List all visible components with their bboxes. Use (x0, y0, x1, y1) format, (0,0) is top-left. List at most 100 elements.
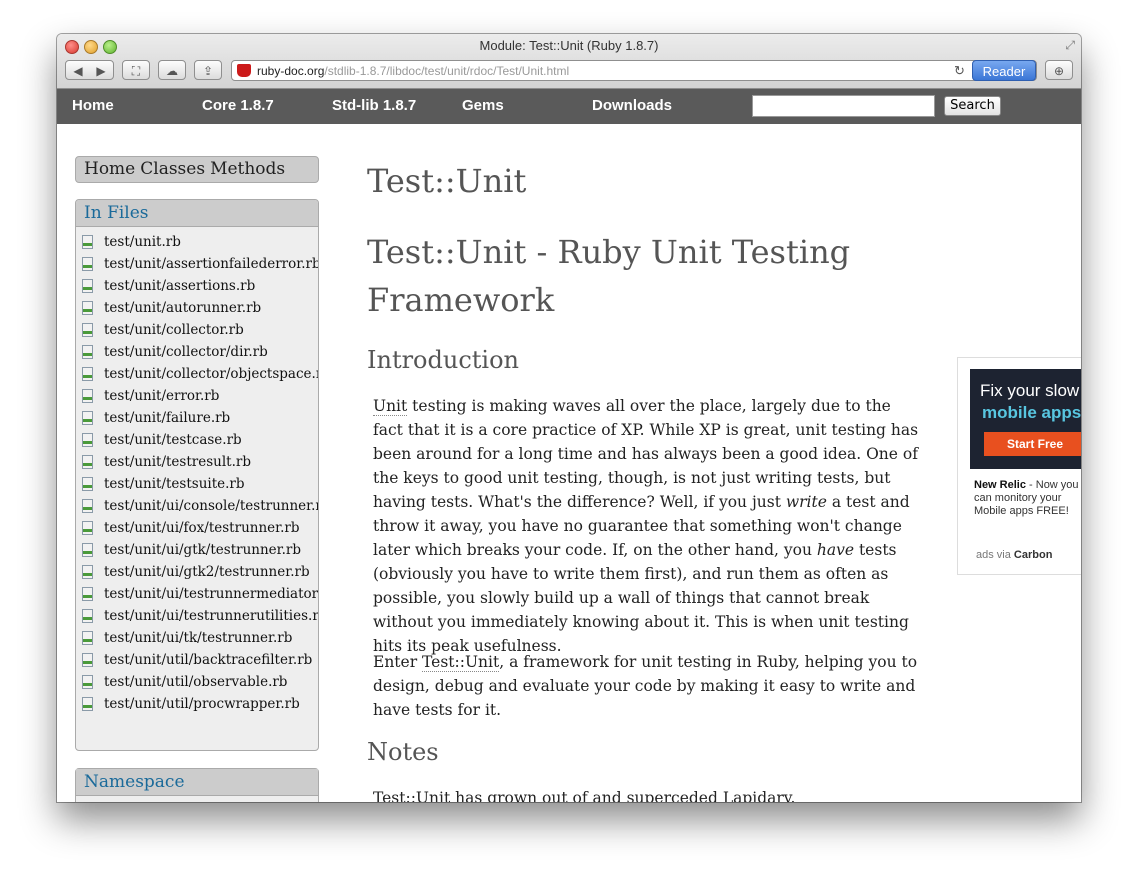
file-list-item[interactable]: test/unit/ui/tk/testrunner.rb (76, 630, 318, 652)
downloads-button[interactable]: ⊕ (1045, 60, 1073, 80)
url-text[interactable]: ruby-doc.org/stdlib-1.8.7/libdoc/test/un… (257, 64, 569, 78)
file-link[interactable]: test/unit/collector/dir.rb (104, 344, 268, 360)
file-list-item[interactable]: test/unit/ui/testrunnerutilities.rb (76, 608, 318, 630)
file-link[interactable]: test/unit/ui/tk/testrunner.rb (104, 630, 292, 646)
file-list-item[interactable]: test/unit/util/observable.rb (76, 674, 318, 696)
ad-text[interactable]: New Relic - Now you can monitory your Mobi… (974, 479, 1081, 518)
carbon-link[interactable]: Carbon (1014, 549, 1053, 561)
ad-start-free-button[interactable]: Start Free (984, 432, 1081, 456)
file-link[interactable]: test/unit/failure.rb (104, 410, 230, 426)
sidebar-classes-link[interactable]: Classes (140, 159, 205, 179)
namespace-heading: Namespace (76, 769, 318, 796)
in-files-heading: In Files (76, 200, 318, 227)
sidebar-home-link[interactable]: Home (84, 159, 135, 179)
file-link[interactable]: test/unit/testresult.rb (104, 454, 251, 470)
file-icon (82, 521, 93, 535)
ad-text-2: can monitory your (974, 492, 1062, 504)
carbon-ad[interactable]: Fix your slow mobile apps Start Free New… (957, 357, 1081, 575)
file-list-item[interactable]: test/unit/testsuite.rb (76, 476, 318, 498)
nav-gems-link[interactable]: Gems (462, 97, 504, 114)
address-bar[interactable]: ruby-doc.org/stdlib-1.8.7/libdoc/test/un… (231, 60, 1037, 81)
icloud-tabs-button[interactable]: ☁ (158, 60, 186, 80)
enter-text-1: Enter (373, 653, 423, 671)
file-list-item[interactable]: test/unit/collector/dir.rb (76, 344, 318, 366)
page-content: Home Classes Methods In Files test/unit.rb… (57, 124, 1081, 802)
fullscreen-button[interactable]: ⛶ (122, 60, 150, 80)
share-icon: ⇪ (202, 64, 214, 78)
file-icon (82, 235, 93, 249)
url-domain: ruby-doc.org (257, 64, 325, 78)
file-list-item[interactable]: test/unit/ui/testrunnermediator.rb (76, 586, 318, 608)
file-list-item[interactable]: test/unit/ui/gtk2/testrunner.rb (76, 564, 318, 586)
file-icon (82, 411, 93, 425)
file-link[interactable]: test/unit/assertions.rb (104, 278, 255, 294)
file-link[interactable]: test/unit/util/procwrapper.rb (104, 696, 300, 712)
fullscreen-resize-icon[interactable]: ⤢ (1065, 38, 1075, 53)
nav-stdlib-link[interactable]: Std-lib 1.8.7 (332, 97, 416, 114)
file-link[interactable]: test/unit/ui/console/testrunner.rb (104, 498, 318, 514)
file-link[interactable]: test/unit/assertionfailederror.rb (104, 256, 318, 272)
file-icon (82, 587, 93, 601)
file-list-item[interactable]: test/unit/error.rb (76, 388, 318, 410)
file-list-item[interactable]: test/unit/util/procwrapper.rb (76, 696, 318, 718)
file-link[interactable]: test/unit/ui/gtk2/testrunner.rb (104, 564, 310, 580)
file-link[interactable]: test/unit/testsuite.rb (104, 476, 245, 492)
file-list-item[interactable]: test/unit/autorunner.rb (76, 300, 318, 322)
file-link[interactable]: test/unit/autorunner.rb (104, 300, 261, 316)
ad-text-1: - Now you (1025, 479, 1079, 491)
file-icon (82, 697, 93, 711)
file-link[interactable]: test/unit/error.rb (104, 388, 219, 404)
reload-icon[interactable]: ↻ (954, 63, 965, 79)
sidebar-methods-link[interactable]: Methods (210, 159, 285, 179)
in-files-panel: In Files test/unit.rb test/unit/assertion… (75, 199, 319, 751)
site-search-button[interactable]: Search (944, 96, 1001, 116)
ad-headline-2: mobile apps (982, 403, 1081, 422)
download-icon: ⊕ (1053, 64, 1065, 78)
test-unit-link[interactable]: Test::Unit (422, 653, 500, 672)
unit-link[interactable]: Unit (373, 397, 408, 416)
file-list-item[interactable]: test/unit/util/backtracefilter.rb (76, 652, 318, 674)
reader-button[interactable]: Reader (972, 60, 1036, 81)
file-list-item[interactable]: test/unit/ui/console/testrunner.rb (76, 498, 318, 520)
file-list-item[interactable]: test/unit/collector/objectspace.rb (76, 366, 318, 388)
file-list-item[interactable]: test/unit/collector.rb (76, 322, 318, 344)
ad-via-text: ads via (976, 549, 1014, 561)
notes-paragraph: Test::Unit has grown out of and superced… (373, 789, 796, 802)
file-link[interactable]: test/unit/ui/testrunnermediator.rb (104, 586, 318, 602)
file-link[interactable]: test/unit/util/backtracefilter.rb (104, 652, 312, 668)
ad-image[interactable]: Fix your slow mobile apps Start Free (970, 369, 1081, 469)
back-icon[interactable]: ◀ (67, 61, 90, 81)
file-link[interactable]: test/unit/collector.rb (104, 322, 244, 338)
file-link[interactable]: test/unit/testcase.rb (104, 432, 242, 448)
nav-downloads-link[interactable]: Downloads (592, 97, 672, 114)
nav-core-link[interactable]: Core 1.8.7 (202, 97, 274, 114)
file-list-item[interactable]: test/unit/ui/fox/testrunner.rb (76, 520, 318, 542)
file-list-item[interactable]: test/unit/assertions.rb (76, 278, 318, 300)
ad-attribution: ads via Carbon (976, 549, 1052, 561)
file-icon (82, 389, 93, 403)
file-list-item[interactable]: test/unit/testresult.rb (76, 454, 318, 476)
file-icon (82, 675, 93, 689)
share-button[interactable]: ⇪ (194, 60, 222, 80)
file-link[interactable]: test/unit/ui/fox/testrunner.rb (104, 520, 300, 536)
namespace-panel: Namespace (75, 768, 319, 802)
ruby-favicon-icon (237, 64, 251, 77)
file-list-item[interactable]: test/unit.rb (76, 234, 318, 256)
file-list-item[interactable]: test/unit/failure.rb (76, 410, 318, 432)
file-list-item[interactable]: test/unit/assertionfailederror.rb (76, 256, 318, 278)
file-icon (82, 543, 93, 557)
ad-brand: New Relic (974, 479, 1026, 491)
file-list-item[interactable]: test/unit/ui/gtk/testrunner.rb (76, 542, 318, 564)
file-icon (82, 433, 93, 447)
file-link[interactable]: test/unit/collector/objectspace.rb (104, 366, 318, 382)
file-list-item[interactable]: test/unit/testcase.rb (76, 432, 318, 454)
file-link[interactable]: test/unit/util/observable.rb (104, 674, 287, 690)
file-link[interactable]: test/unit/ui/gtk/testrunner.rb (104, 542, 301, 558)
nav-home-link[interactable]: Home (72, 97, 114, 114)
file-link[interactable]: test/unit.rb (104, 234, 181, 250)
site-search-input[interactable] (752, 95, 935, 117)
site-navigation: Home Core 1.8.7 Std-lib 1.8.7 Gems Downl… (57, 89, 1081, 124)
file-link[interactable]: test/unit/ui/testrunnerutilities.rb (104, 608, 318, 624)
file-icon (82, 367, 93, 381)
forward-icon[interactable]: ▶ (90, 61, 113, 81)
